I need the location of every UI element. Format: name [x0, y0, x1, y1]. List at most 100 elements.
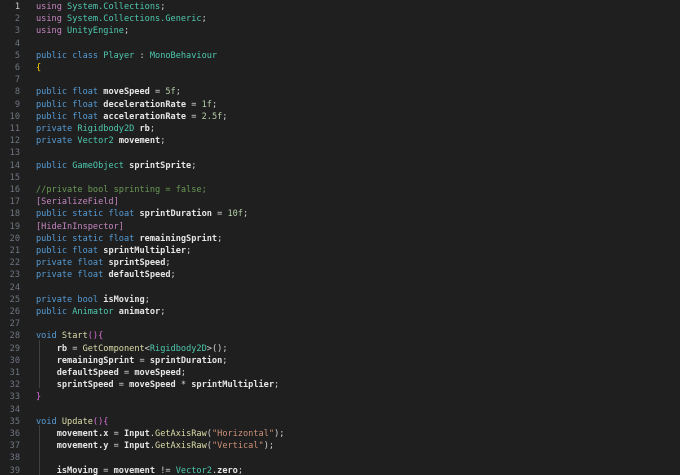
code-token: Start [61, 331, 88, 342]
code-line[interactable]: using UnityEngine; [36, 25, 129, 37]
code-line[interactable]: public float moveSpeed = 5f; [36, 86, 181, 98]
code-token: float [72, 87, 104, 98]
code-token: = [134, 355, 150, 366]
code-token: ; [160, 307, 166, 317]
code-token: [SerializeField] [36, 197, 119, 208]
code-token: moveSpeed [134, 368, 181, 378]
code-token: float [77, 270, 109, 281]
code-token: ; [170, 270, 176, 281]
code-token: { [103, 416, 109, 427]
code-editor[interactable]: 1 2 3 4 5 6 7 8 9 10 11 12 13 14 15 16 17 18 19 20 21 22 23 24 2… [0, 0, 680, 475]
code-token: private [36, 136, 78, 147]
code-token: ; [165, 258, 171, 269]
code-token: public [36, 246, 73, 256]
code-token: = [67, 343, 83, 354]
code-line[interactable]: remainingSprint = sprintDuration; [36, 355, 228, 367]
code-token: () [92, 416, 104, 427]
line-number: 16 [9, 185, 20, 195]
code-token: * [175, 380, 192, 391]
code-line[interactable]: } [36, 391, 41, 403]
code-line[interactable]: public float sprintMultiplier; [36, 245, 191, 257]
code-token: ; [180, 368, 187, 378]
code-token: ); [263, 441, 275, 452]
line-number: 13 [9, 148, 20, 159]
line-number: 6 [14, 63, 20, 73]
code-token: private [36, 258, 78, 269]
code-token: ; [201, 14, 207, 25]
code-token: movement [113, 465, 156, 475]
code-token: public [36, 160, 73, 171]
code-token: private [36, 124, 78, 134]
code-token: { [36, 63, 42, 73]
code-token: ; [160, 136, 166, 147]
line-number-gutter: 1 2 3 4 5 6 7 8 9 10 11 12 13 14 15 16 17 18 19 20 21 22 23 24 2… [0, 0, 26, 475]
code-line[interactable]: public static float sprintDuration = 10f… [36, 208, 248, 220]
code-token: = [186, 111, 202, 122]
line-number: 38 [9, 453, 20, 464]
code-token: 10f [227, 209, 243, 220]
line-number: 7 [14, 75, 20, 86]
code-token: private [36, 294, 78, 305]
code-area[interactable]: using System.Collections; using System.Co… [36, 0, 680, 475]
code-line[interactable]: //private bool sprinting = false; [36, 184, 207, 196]
line-number: 35 [9, 416, 20, 427]
code-token: movement.y [36, 441, 109, 452]
code-line[interactable]: defaultSpeed = moveSpeed; [36, 367, 186, 379]
code-line[interactable]: public float accelerationRate = 2.5f; [36, 111, 227, 123]
code-token: sprintMultiplier [103, 246, 187, 256]
code-token: public [36, 209, 73, 220]
line-number: 21 [9, 246, 20, 256]
code-line[interactable]: public float decelerationRate = 1f; [36, 99, 217, 111]
code-token: = [113, 380, 130, 391]
code-line[interactable]: public class Player : MonoBehaviour [36, 50, 217, 62]
code-line[interactable]: using System.Collections; [36, 1, 165, 13]
code-token: private [36, 270, 78, 281]
code-line[interactable]: movement.x = Input.GetAxisRaw("Horizonta… [36, 428, 285, 440]
code-line[interactable]: private bool isMoving; [36, 294, 150, 306]
code-token: sprintSprite [129, 160, 192, 171]
code-line[interactable]: private float sprintSpeed; [36, 257, 171, 269]
line-number: 29 [9, 343, 20, 354]
code-line[interactable]: private Rigidbody2D rb; [36, 123, 155, 135]
code-token: void [36, 331, 62, 342]
code-line[interactable]: private Vector2 movement; [36, 135, 165, 147]
code-token: public [36, 99, 73, 110]
code-line[interactable]: { [36, 62, 41, 74]
code-token: = [211, 209, 228, 220]
code-token: remainingSprint [36, 355, 135, 366]
code-line[interactable]: [HideInInspector] [36, 221, 124, 233]
code-line[interactable]: void Start(){ [36, 330, 103, 342]
code-line[interactable]: using System.Collections.Generic; [36, 13, 207, 25]
code-token: { [98, 331, 104, 342]
code-line[interactable]: void Update(){ [36, 416, 108, 428]
code-token: public [36, 87, 73, 98]
code-line[interactable]: public GameObject sprintSprite; [36, 160, 196, 172]
code-token: = [149, 87, 166, 98]
line-number: 26 [9, 307, 20, 317]
line-number: 20 [9, 233, 20, 244]
code-token: public [36, 307, 73, 317]
line-number: 19 [9, 221, 20, 232]
code-token: static [72, 233, 109, 244]
code-token: Rigidbody2D [149, 343, 207, 354]
code-token: = [108, 441, 124, 452]
code-token: ); [274, 429, 285, 439]
code-token: using [36, 26, 68, 37]
code-token: Player [103, 50, 135, 61]
code-line[interactable]: [SerializeField] [36, 196, 119, 208]
code-token: moveSpeed [129, 380, 176, 391]
code-token: = [98, 465, 114, 475]
line-number: 25 [9, 294, 20, 305]
code-line[interactable]: public static float remainingSprint; [36, 233, 222, 245]
code-line[interactable]: sprintSpeed = moveSpeed * sprintMultipli… [36, 379, 280, 391]
code-token: ; [175, 87, 181, 98]
code-token: using [36, 2, 68, 12]
line-number: 10 [9, 111, 20, 122]
code-line[interactable]: rb = GetComponent<Rigidbody2D>(); [36, 343, 228, 355]
code-line[interactable]: movement.y = Input.GetAxisRaw("Vertical"… [36, 440, 274, 452]
code-line[interactable]: private float defaultSpeed; [36, 269, 176, 281]
code-token: ; [274, 380, 280, 391]
code-line[interactable]: public Animator animator; [36, 306, 165, 318]
code-token: ; [144, 294, 150, 305]
code-line[interactable]: isMoving = movement != Vector2.zero; [36, 465, 243, 475]
